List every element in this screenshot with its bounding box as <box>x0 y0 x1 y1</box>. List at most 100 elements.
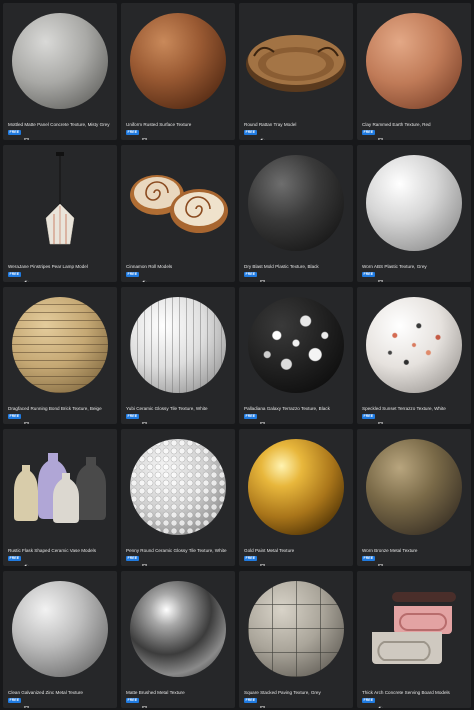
model-icon <box>24 272 29 282</box>
free-badge: FREE <box>244 698 257 703</box>
asset-tags: FREE <box>8 556 29 566</box>
texture-icon <box>377 556 383 566</box>
asset-tags: FREE <box>8 698 29 708</box>
thumbnail-rusted-sphere <box>121 3 235 119</box>
texture-icon <box>259 698 265 708</box>
asset-title[interactable]: WeraJane Pinstripes Pear Lamp Model <box>8 264 114 270</box>
free-badge: FREE <box>244 272 257 277</box>
asset-card[interactable]: Clean Galvanized Zinc Metal Texture FREE <box>3 571 117 708</box>
texture-icon <box>141 414 147 424</box>
asset-card[interactable]: Clay Rammed Earth Texture, Red FREE <box>357 3 471 140</box>
asset-title[interactable]: Clay Rammed Earth Texture, Red <box>362 122 468 128</box>
asset-title[interactable]: Clean Galvanized Zinc Metal Texture <box>8 690 114 696</box>
asset-title[interactable]: Uniform Rusted Surface Texture <box>126 122 232 128</box>
asset-card[interactable]: Palladiana Galaxy Terrazzo Texture, Blac… <box>239 287 353 424</box>
asset-tags: FREE <box>126 556 147 566</box>
asset-card[interactable]: Cinnamon Roll Models FREE <box>121 145 235 282</box>
asset-title[interactable]: Yubi Ceramic Glossy Tile Texture, White <box>126 406 232 412</box>
free-badge: FREE <box>126 414 139 419</box>
asset-card[interactable]: Square Stacked Paving Texture, Grey FREE <box>239 571 353 708</box>
free-badge: FREE <box>362 130 375 135</box>
asset-title[interactable]: Matte Brushed Metal Texture <box>126 690 232 696</box>
texture-icon <box>141 698 147 708</box>
asset-tags: FREE <box>126 272 147 282</box>
thumbnail-clay-sphere <box>357 3 471 119</box>
asset-card[interactable]: Uniform Rusted Surface Texture FREE <box>121 3 235 140</box>
asset-tags: FREE <box>8 414 29 424</box>
free-badge: FREE <box>8 272 21 277</box>
thumbnail-paving-sphere <box>239 571 353 687</box>
thumbnail-gold-sphere <box>239 429 353 545</box>
asset-card[interactable]: Round Rattan Tray Model FREE <box>239 3 353 140</box>
free-badge: FREE <box>8 698 21 703</box>
texture-icon <box>259 556 265 566</box>
model-icon <box>142 272 147 282</box>
free-badge: FREE <box>8 414 21 419</box>
thumbnail-bronze-sphere <box>357 429 471 545</box>
asset-card[interactable]: WeraJane Pinstripes Pear Lamp Model FREE <box>3 145 117 282</box>
asset-tags: FREE <box>244 272 265 282</box>
asset-card[interactable]: Gold Paint Metal Texture FREE <box>239 429 353 566</box>
asset-tags: FREE <box>8 130 29 140</box>
asset-title[interactable]: Cinnamon Roll Models <box>126 264 232 270</box>
thumbnail-white-terrazzo-sphere <box>357 287 471 403</box>
asset-title[interactable]: Worn ABS Plastic Texture, Grey <box>362 264 468 270</box>
texture-icon <box>259 272 265 282</box>
texture-icon <box>23 414 29 424</box>
asset-card[interactable]: Thick Arch Concrete Serving Board Models… <box>357 571 471 708</box>
asset-tags: FREE <box>244 698 265 708</box>
asset-card[interactable]: Worn Bronze Metal Texture FREE <box>357 429 471 566</box>
asset-tags: FREE <box>8 272 29 282</box>
texture-icon <box>259 414 265 424</box>
asset-title[interactable]: Worn Bronze Metal Texture <box>362 548 468 554</box>
thumbnail-pear-lamp <box>3 145 117 261</box>
thumbnail-cinnamon-rolls <box>121 145 235 261</box>
model-icon <box>378 698 383 708</box>
asset-tags: FREE <box>126 698 147 708</box>
texture-icon <box>141 130 147 140</box>
free-badge: FREE <box>126 556 139 561</box>
asset-card[interactable]: Rustic Flask Shaped Ceramic Vase Models … <box>3 429 117 566</box>
asset-title[interactable]: Thick Arch Concrete Serving Board Models <box>362 690 468 696</box>
asset-title[interactable]: Dry Blast Mold Plastic Texture, Black <box>244 264 350 270</box>
thumbnail-black-plastic-sphere <box>239 145 353 261</box>
asset-title[interactable]: Rustic Flask Shaped Ceramic Vase Models <box>8 548 114 554</box>
asset-title[interactable]: Palladiana Galaxy Terrazzo Texture, Blac… <box>244 406 350 412</box>
thumbnail-brick-sphere <box>3 287 117 403</box>
asset-title[interactable]: Square Stacked Paving Texture, Grey <box>244 690 350 696</box>
texture-icon <box>23 698 29 708</box>
texture-icon <box>377 130 383 140</box>
asset-title[interactable]: Mottled Matte Panel Concrete Texture, Mi… <box>8 122 114 128</box>
asset-card[interactable]: Mottled Matte Panel Concrete Texture, Mi… <box>3 3 117 140</box>
asset-title[interactable]: Gold Paint Metal Texture <box>244 548 350 554</box>
thumbnail-black-terrazzo-sphere <box>239 287 353 403</box>
free-badge: FREE <box>362 414 375 419</box>
asset-title[interactable]: Penny Round Ceramic Glossy Tile Texture,… <box>126 548 232 554</box>
asset-card[interactable]: Matte Brushed Metal Texture FREE <box>121 571 235 708</box>
asset-card[interactable]: Speckled Sunset Terrazzo Texture, White … <box>357 287 471 424</box>
free-badge: FREE <box>244 556 257 561</box>
asset-card[interactable]: Yubi Ceramic Glossy Tile Texture, White … <box>121 287 235 424</box>
asset-title[interactable]: Round Rattan Tray Model <box>244 122 350 128</box>
model-icon <box>260 130 265 140</box>
thumbnail-concrete-sphere <box>3 3 117 119</box>
asset-card[interactable]: Dragfaced Running Bond Brick Texture, Be… <box>3 287 117 424</box>
thumbnail-rattan-tray <box>239 3 353 119</box>
asset-card[interactable]: Dry Blast Mold Plastic Texture, Black FR… <box>239 145 353 282</box>
thumbnail-zinc-sphere <box>3 571 117 687</box>
texture-icon <box>141 556 147 566</box>
asset-title[interactable]: Speckled Sunset Terrazzo Texture, White <box>362 406 468 412</box>
asset-grid: Mottled Matte Panel Concrete Texture, Mi… <box>3 3 471 708</box>
free-badge: FREE <box>8 130 21 135</box>
free-badge: FREE <box>126 698 139 703</box>
asset-title[interactable]: Dragfaced Running Bond Brick Texture, Be… <box>8 406 114 412</box>
asset-tags: FREE <box>126 414 147 424</box>
asset-card[interactable]: Penny Round Ceramic Glossy Tile Texture,… <box>121 429 235 566</box>
thumbnail-ceramic-vases <box>3 429 117 545</box>
asset-tags: FREE <box>126 130 147 140</box>
asset-tags: FREE <box>244 556 265 566</box>
asset-tags: FREE <box>362 272 383 282</box>
asset-card[interactable]: Worn ABS Plastic Texture, Grey FREE <box>357 145 471 282</box>
thumbnail-penny-tile-sphere <box>121 429 235 545</box>
texture-icon <box>23 130 29 140</box>
